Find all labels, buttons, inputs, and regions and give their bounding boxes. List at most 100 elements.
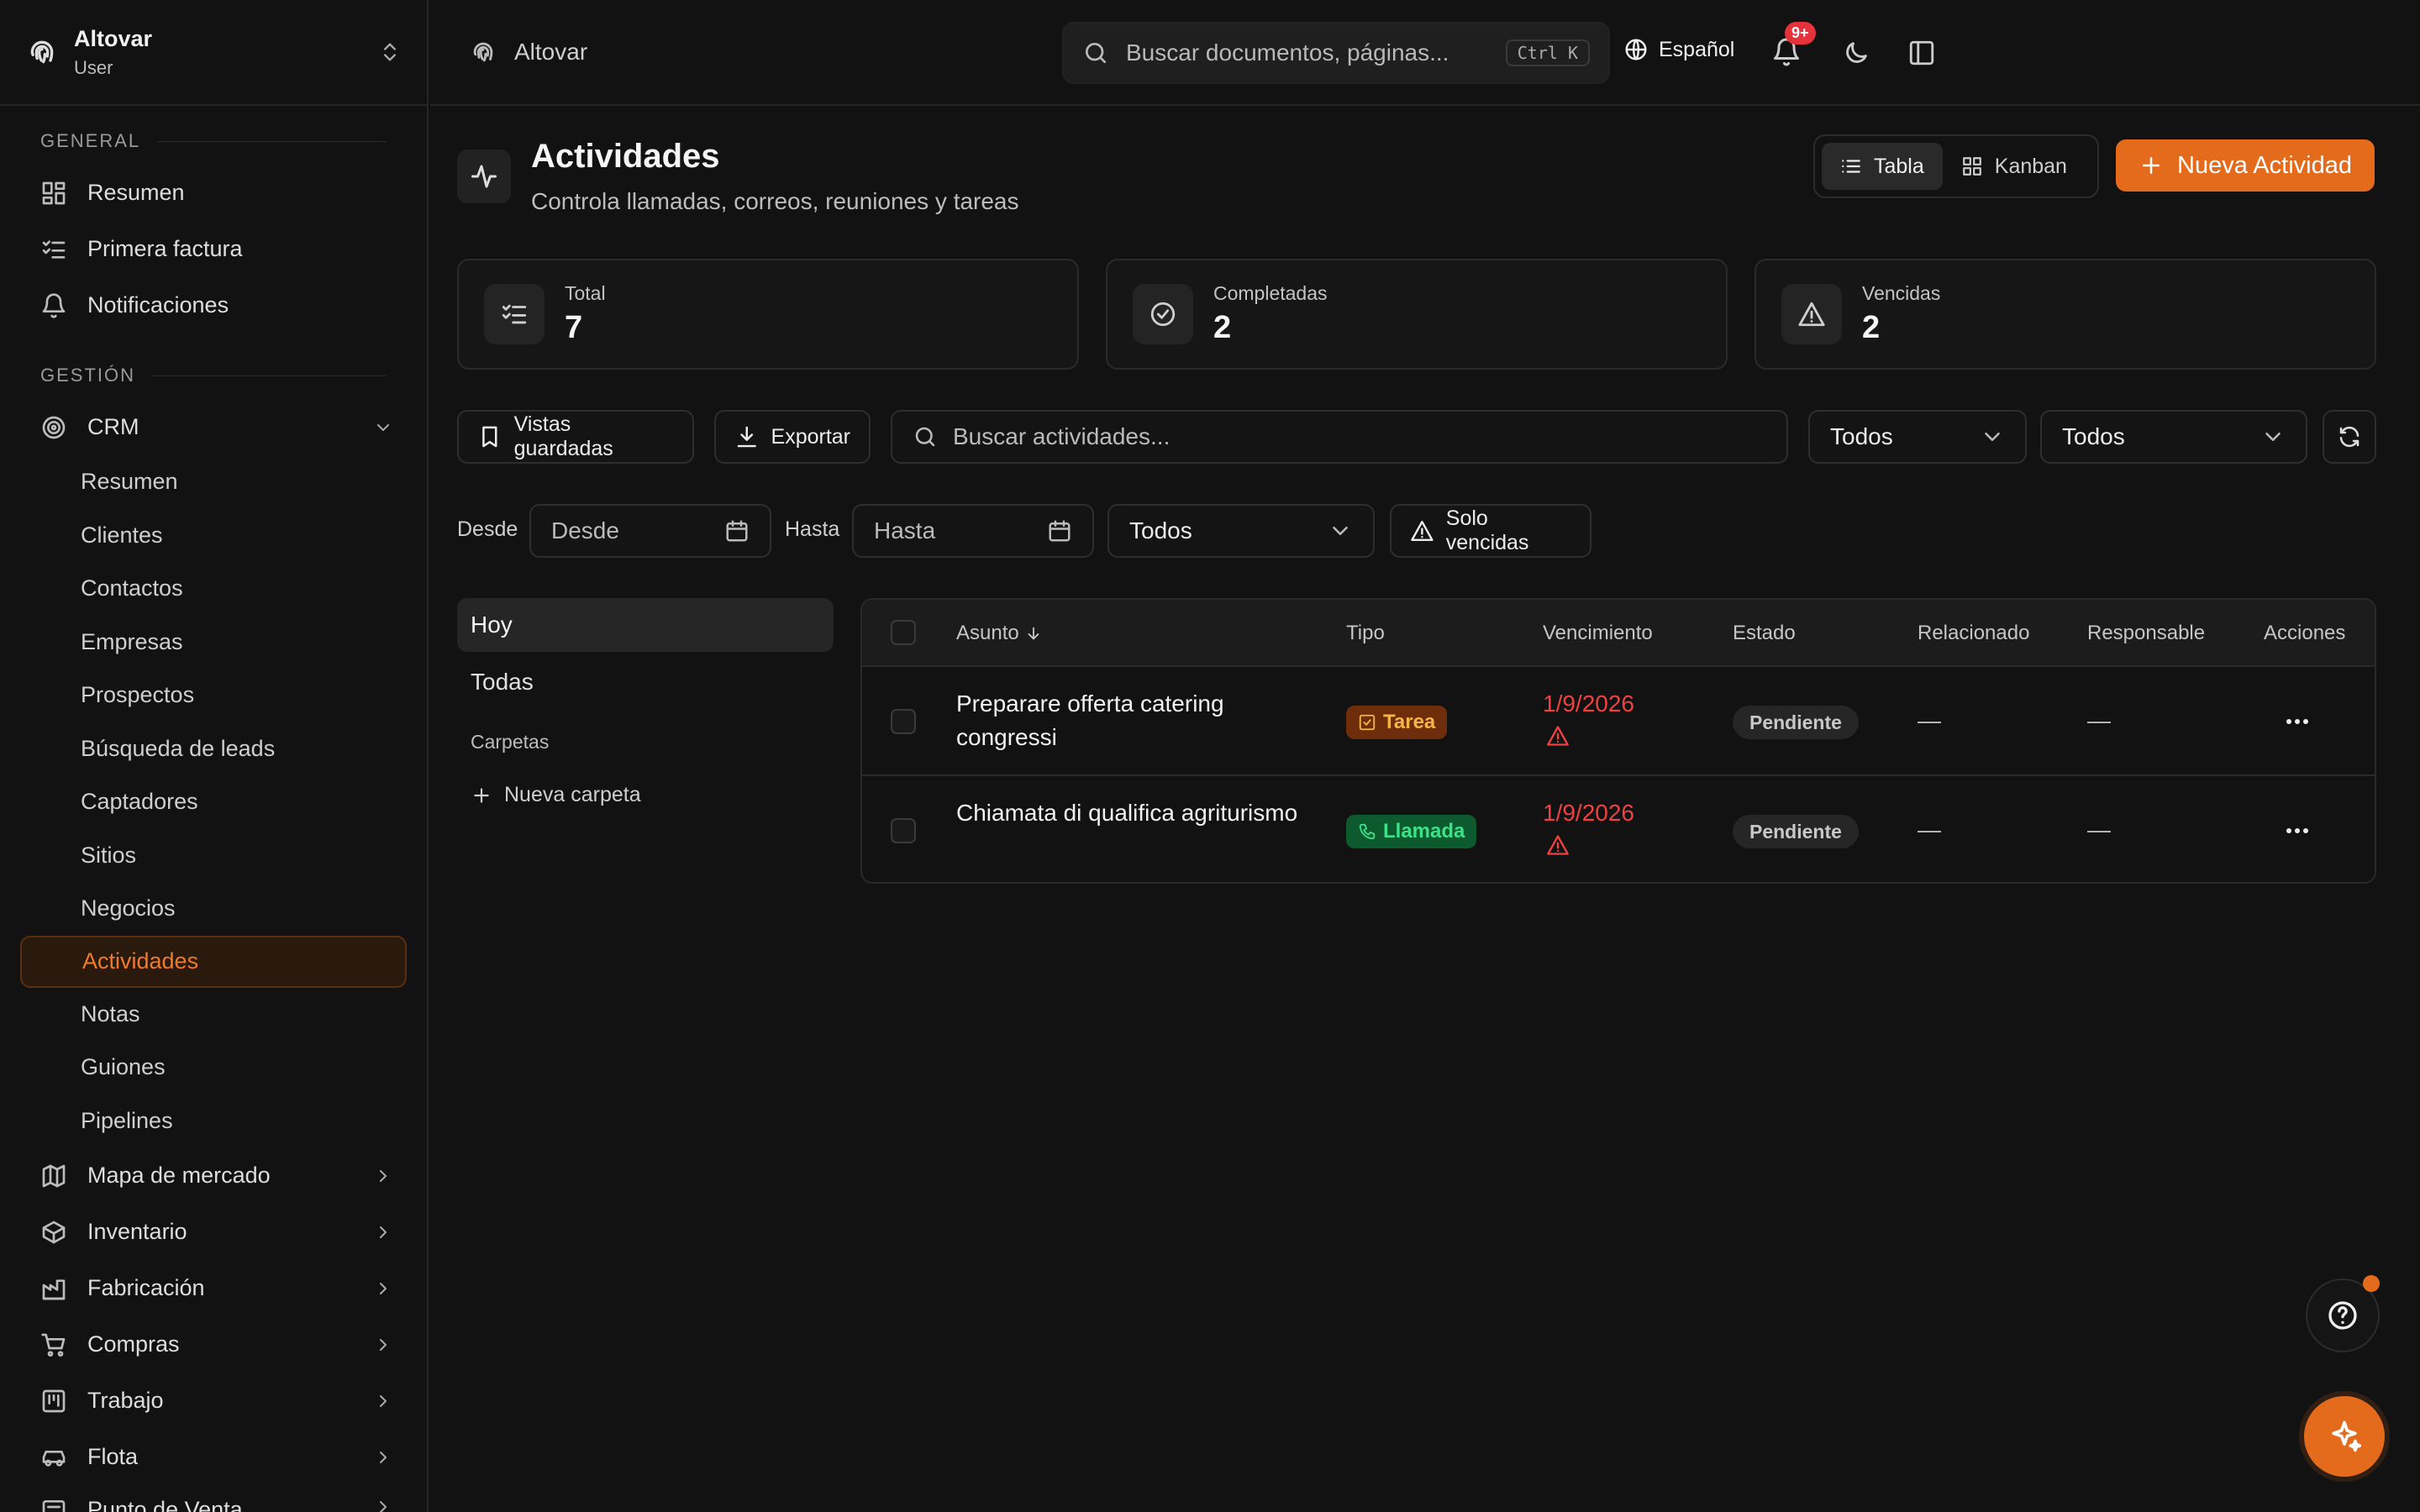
to-date-input[interactable]: Hasta [852, 504, 1094, 558]
sidebar-subitem-contactos[interactable]: Contactos [0, 562, 427, 616]
export-button[interactable]: Exportar [714, 410, 871, 464]
sidebar-subitem-notas[interactable]: Notas [0, 988, 427, 1042]
chevron-right-icon [380, 1501, 387, 1512]
row-checkbox[interactable] [891, 709, 916, 734]
sidebar-subitem-sitios[interactable]: Sitios [0, 829, 427, 883]
task-check-icon [1359, 714, 1376, 731]
status-badge: Pendiente [1733, 706, 1859, 739]
folder-today[interactable]: Hoy [457, 598, 834, 652]
chevron-right-icon [380, 1394, 387, 1407]
sidebar-item-resumen[interactable]: Resumen [0, 165, 427, 221]
table-row[interactable]: Chiamata di qualifica agriturismo Llamad… [862, 776, 2375, 882]
sidebar-subitem-guiones[interactable]: Guiones [0, 1041, 427, 1095]
sidebar-subitem-busqueda-leads[interactable]: Búsqueda de leads [0, 722, 427, 776]
notification-count-badge: 9+ [1785, 22, 1816, 45]
sidebar-subitem-actividades[interactable]: Actividades [20, 935, 407, 988]
view-kanban-button[interactable]: Kanban [1943, 143, 2086, 190]
global-search-input[interactable]: Buscar documentos, páginas... Ctrl K [1062, 22, 1610, 84]
status-filter-select[interactable]: Todos [2040, 410, 2307, 464]
folders-heading: Carpetas [471, 731, 550, 753]
sidebar-item-primera-factura[interactable]: Primera factura [0, 221, 427, 277]
target-icon [42, 416, 66, 438]
refresh-button[interactable] [2323, 410, 2376, 464]
section-gestion: GESTIÓN [0, 352, 427, 399]
car-icon [42, 1450, 66, 1467]
sidebar-subitem-prospectos[interactable]: Prospectos [0, 669, 427, 722]
sidebar-item-mapa-mercado[interactable]: Mapa de mercado [0, 1147, 427, 1204]
column-header-subject[interactable]: Asunto [956, 622, 1043, 645]
calendar-icon [1049, 520, 1071, 542]
folder-all[interactable]: Todas [471, 669, 534, 696]
box-icon [42, 1221, 66, 1243]
stat-card-total: Total 7 [457, 259, 1079, 370]
sidebar-item-punto-venta[interactable]: Punto de Venta [0, 1485, 427, 1512]
phone-icon [1359, 823, 1376, 840]
sidebar-item-crm[interactable]: CRM [0, 399, 427, 455]
new-activity-button[interactable]: Nueva Actividad [2116, 139, 2375, 192]
list-icon [1842, 160, 1860, 173]
sidebar-item-notificaciones[interactable]: Notificaciones [0, 277, 427, 333]
scope-filter-select[interactable]: Todos [1107, 504, 1375, 558]
breadcrumb[interactable]: Altovar [469, 38, 587, 66]
activity-subject[interactable]: Chiamata di qualifica agriturismo [956, 796, 1309, 830]
chevrons-up-down-icon [384, 43, 396, 61]
new-folder-button[interactable]: Nueva carpeta [471, 783, 641, 807]
stat-value-total: 7 [565, 310, 583, 345]
activity-icon [457, 150, 511, 203]
saved-views-button[interactable]: Vistas guardadas [457, 410, 694, 464]
grid-icon [1962, 157, 1981, 176]
chevron-down-icon [2265, 433, 2281, 441]
calendar-icon [726, 520, 748, 542]
activity-subject[interactable]: Preparare offerta catering congressi [956, 687, 1309, 754]
fingerprint-icon [473, 42, 493, 62]
owner-value: — [2087, 707, 2111, 733]
org-switcher[interactable]: Altovar User [0, 0, 427, 106]
page-title: Actividades [531, 138, 720, 175]
related-value: — [1918, 707, 1941, 733]
overdue-only-toggle[interactable]: Solo vencidas [1390, 504, 1591, 558]
table-header: Asunto Tipo Vencimiento Estado Relaciona… [862, 600, 2375, 667]
table-row[interactable]: Preparare offerta catering congressi Tar… [862, 667, 2375, 776]
sidebar-subitem-empresas[interactable]: Empresas [0, 616, 427, 669]
more-actions-icon[interactable] [2281, 711, 2314, 732]
sidebar-subitem-clientes[interactable]: Clientes [0, 509, 427, 563]
sidebar-item-inventario[interactable]: Inventario [0, 1204, 427, 1260]
chevron-down-icon [1333, 527, 1348, 535]
dashboard-icon [42, 181, 66, 204]
ai-assistant-button[interactable] [2304, 1396, 2385, 1477]
sidebar-item-flota[interactable]: Flota [0, 1429, 427, 1485]
sidebar-item-compras[interactable]: Compras [0, 1316, 427, 1373]
toggle-sidebar-icon[interactable] [1907, 39, 1936, 67]
sidebar-item-trabajo[interactable]: Trabajo [0, 1373, 427, 1429]
from-date-input[interactable]: Desde [529, 504, 771, 558]
refresh-icon [2339, 426, 2360, 448]
sidebar-subitem-resumen[interactable]: Resumen [0, 455, 427, 509]
theme-toggle-moon-icon[interactable] [1842, 39, 1870, 67]
select-all-checkbox[interactable] [891, 620, 916, 645]
chevron-down-icon [1985, 433, 2000, 441]
register-icon [42, 1500, 66, 1512]
more-actions-icon[interactable] [2281, 820, 2314, 842]
chevron-down-icon [377, 423, 389, 431]
bell-icon [42, 292, 66, 318]
chevron-right-icon [380, 1451, 387, 1463]
type-tag-tarea: Tarea [1346, 706, 1448, 739]
chevron-right-icon [380, 1338, 387, 1351]
sidebar-subitem-negocios[interactable]: Negocios [0, 882, 427, 936]
factory-icon [42, 1278, 66, 1299]
activity-search-input[interactable]: Buscar actividades... [891, 410, 1788, 464]
language-selector[interactable]: Español [1623, 37, 1734, 62]
sidebar-subitem-pipelines[interactable]: Pipelines [0, 1095, 427, 1148]
checklist-icon [42, 239, 66, 259]
due-date: 1/9/2026 [1543, 690, 1634, 748]
help-indicator-dot [2363, 1275, 2380, 1292]
org-name: Altovar [74, 25, 153, 51]
sidebar-item-fabricacion[interactable]: Fabricación [0, 1260, 427, 1316]
row-checkbox[interactable] [891, 818, 916, 843]
chevron-right-icon [380, 1282, 387, 1294]
sidebar-subitem-captadores[interactable]: Captadores [0, 775, 427, 829]
plus-icon [474, 787, 489, 803]
type-filter-select[interactable]: Todos [1808, 410, 2027, 464]
view-table-button[interactable]: Tabla [1822, 143, 1943, 190]
sidebar: Altovar User GENERAL Resumen Primera fac… [0, 0, 429, 1512]
